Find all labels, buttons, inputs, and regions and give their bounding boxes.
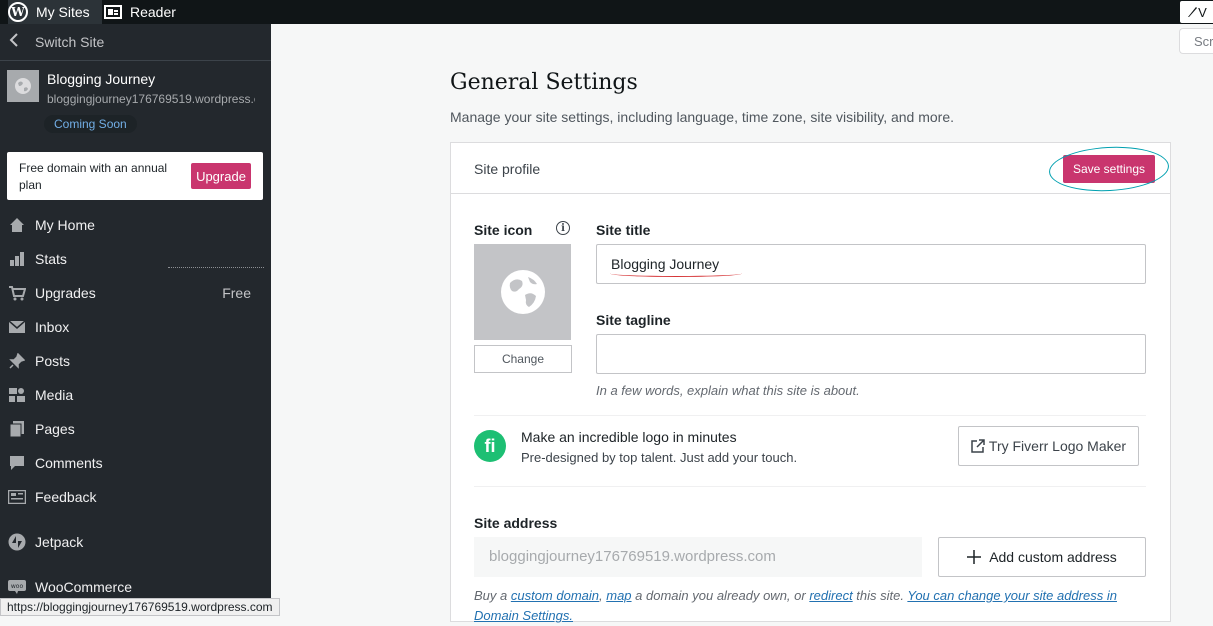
home-icon bbox=[8, 216, 26, 234]
pin-icon bbox=[8, 352, 26, 370]
sidebar-item-label: Inbox bbox=[35, 319, 70, 335]
redirect-link[interactable]: redirect bbox=[809, 588, 852, 603]
quill-icon bbox=[1188, 7, 1198, 17]
custom-domain-link[interactable]: custom domain bbox=[511, 588, 599, 603]
free-domain-upsell: Free domain with an annual plan Upgrade bbox=[7, 152, 263, 200]
site-name: Blogging Journey bbox=[47, 71, 156, 87]
info-icon[interactable]: i bbox=[556, 221, 570, 235]
sidebar-item-upgrades[interactable]: Upgrades Free bbox=[0, 276, 271, 310]
sidebar-item-label: Stats bbox=[35, 251, 67, 267]
upgrade-button[interactable]: Upgrade bbox=[191, 163, 251, 189]
sidebar-item-label: My Home bbox=[35, 217, 95, 233]
sidebar: Switch Site Blogging Journey bloggingjou… bbox=[0, 24, 271, 616]
feedback-icon bbox=[8, 488, 26, 506]
site-globe-icon bbox=[7, 70, 39, 102]
write-label: V bbox=[1198, 4, 1207, 20]
sidebar-item-label: Pages bbox=[35, 421, 75, 437]
page-subtitle: Manage your site settings, including lan… bbox=[450, 109, 955, 125]
my-sites-button[interactable]: W My Sites bbox=[8, 0, 102, 24]
site-address-help: Buy a custom domain, map a domain you al… bbox=[474, 586, 1154, 626]
site-tagline-input[interactable] bbox=[596, 334, 1146, 374]
site-title-input[interactable]: Blogging Journey bbox=[596, 244, 1146, 284]
chevron-left-icon bbox=[9, 32, 29, 52]
try-fiverr-button[interactable]: Try Fiverr Logo Maker bbox=[958, 426, 1139, 466]
help-text: a domain you already own, or bbox=[631, 588, 810, 603]
map-link[interactable]: map bbox=[606, 588, 631, 603]
sidebar-item-label: Comments bbox=[35, 455, 103, 471]
change-icon-button[interactable]: Change bbox=[474, 345, 572, 373]
external-link-icon bbox=[971, 439, 985, 453]
sidebar-item-label: Jetpack bbox=[35, 534, 84, 550]
add-custom-address-button[interactable]: Add custom address bbox=[938, 537, 1146, 577]
tagline-hint: In a few words, explain what this site i… bbox=[596, 383, 860, 398]
spellcheck-underline bbox=[610, 270, 742, 277]
sidebar-item-label: Feedback bbox=[35, 489, 97, 505]
section-label: Site profile bbox=[474, 161, 541, 177]
fiverr-logo-icon: fi bbox=[474, 430, 506, 462]
switch-site-label: Switch Site bbox=[35, 34, 105, 50]
wordpress-logo-icon: W bbox=[8, 2, 28, 22]
reader-button[interactable]: Reader bbox=[104, 0, 176, 24]
sidebar-item-label: Media bbox=[35, 387, 74, 403]
sidebar-item-jetpack[interactable]: Jetpack bbox=[0, 525, 271, 559]
stats-icon bbox=[8, 250, 26, 268]
sidebar-item-media[interactable]: Media bbox=[0, 378, 271, 412]
add-custom-address-label: Add custom address bbox=[989, 549, 1117, 565]
media-icon bbox=[8, 386, 26, 404]
sidebar-item-label: WooCommerce bbox=[35, 579, 132, 595]
woo-icon: woo bbox=[8, 578, 26, 596]
plus-icon bbox=[967, 550, 982, 564]
hand-drawn-circle-annotation bbox=[1047, 143, 1171, 195]
comment-icon bbox=[8, 454, 26, 472]
fiverr-subtitle: Pre-designed by top talent. Just add you… bbox=[521, 450, 798, 465]
current-site-card[interactable]: Blogging Journey bloggingjourney17676951… bbox=[0, 61, 271, 141]
coming-soon-badge: Coming Soon bbox=[44, 115, 137, 133]
write-button[interactable]: V bbox=[1180, 1, 1213, 23]
reader-label: Reader bbox=[130, 4, 176, 20]
divider bbox=[474, 415, 1146, 416]
svg-text:woo: woo bbox=[11, 583, 24, 590]
help-text: Buy a bbox=[474, 588, 511, 603]
site-url: bloggingjourney176769519.wordpress.com bbox=[47, 92, 255, 106]
sidebar-item-stats[interactable]: Stats bbox=[0, 242, 271, 276]
sidebar-item-pages[interactable]: Pages bbox=[0, 412, 271, 446]
fiverr-title: Make an incredible logo in minutes bbox=[521, 429, 737, 445]
stats-sparkline bbox=[168, 267, 264, 268]
sidebar-item-label: Posts bbox=[35, 353, 71, 369]
my-sites-label: My Sites bbox=[36, 4, 90, 20]
upsell-text: Free domain with an annual plan bbox=[19, 161, 168, 192]
sidebar-item-posts[interactable]: Posts bbox=[0, 344, 271, 378]
site-icon-preview bbox=[474, 244, 571, 340]
divider bbox=[474, 486, 1146, 487]
card-header: Site profile Save settings bbox=[451, 143, 1171, 195]
sidebar-item-feedback[interactable]: Feedback bbox=[0, 480, 271, 514]
site-address-label: Site address bbox=[474, 515, 558, 531]
upgrades-free-label: Free bbox=[222, 285, 251, 301]
screen-options-tab[interactable]: Scr bbox=[1179, 28, 1213, 54]
site-title-label: Site title bbox=[596, 222, 651, 238]
help-text: this site. bbox=[852, 588, 908, 603]
try-fiverr-label: Try Fiverr Logo Maker bbox=[988, 438, 1127, 454]
sidebar-item-inbox[interactable]: Inbox bbox=[0, 310, 271, 344]
site-profile-card: Site profile Save settings Site icon i C… bbox=[450, 142, 1171, 623]
switch-site-button[interactable]: Switch Site bbox=[0, 24, 271, 61]
reader-icon bbox=[104, 5, 122, 19]
sidebar-item-my-home[interactable]: My Home bbox=[0, 208, 271, 242]
site-icon-label: Site icon bbox=[474, 222, 533, 238]
globe-icon bbox=[500, 270, 545, 314]
site-tagline-label: Site tagline bbox=[596, 312, 671, 328]
sidebar-item-label: Upgrades bbox=[35, 285, 96, 301]
top-bar: W My Sites Reader V bbox=[0, 0, 1213, 24]
pages-icon bbox=[8, 420, 26, 438]
mail-icon bbox=[8, 318, 26, 336]
site-address-input: bloggingjourney176769519.wordpress.com bbox=[474, 537, 922, 577]
page-title: General Settings bbox=[450, 70, 638, 95]
jetpack-icon bbox=[8, 533, 26, 551]
sidebar-item-comments[interactable]: Comments bbox=[0, 446, 271, 480]
browser-status-url: https://bloggingjourney176769519.wordpre… bbox=[0, 598, 280, 616]
cart-icon bbox=[8, 284, 26, 302]
